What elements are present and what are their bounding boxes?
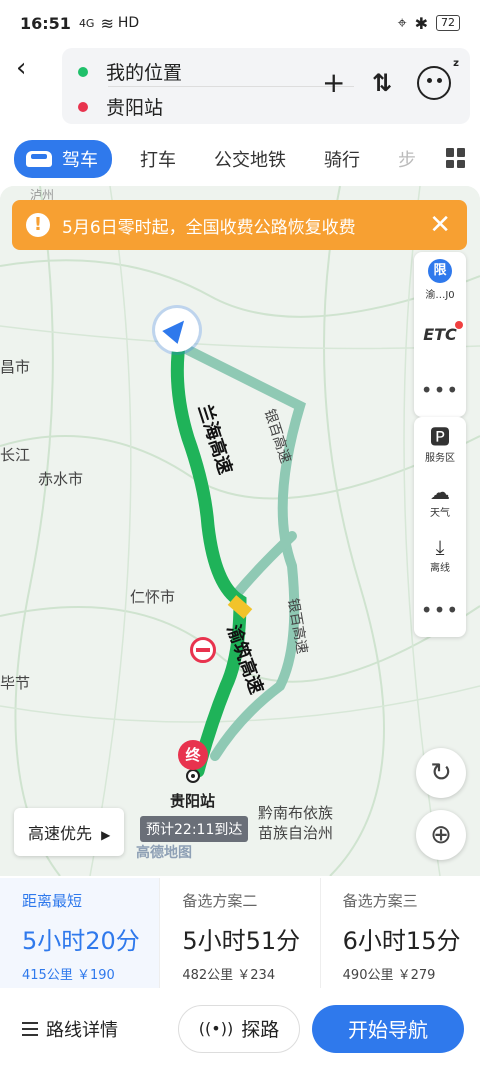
crosshair-icon: ⊕ [430, 820, 452, 850]
place-qiannan-line2: 苗族自治州 [258, 824, 334, 842]
close-icon[interactable]: ✕ [429, 210, 451, 240]
plan-name: 备选方案二 [182, 892, 258, 910]
route-details-label: 路线详情 [46, 1019, 118, 1041]
plan-meta: 482公里 ￥234 [182, 968, 276, 983]
start-navigation-button[interactable]: 开始导航 [312, 1004, 464, 1053]
highway-preference-button[interactable]: 高速优先 ▶ [14, 808, 125, 856]
service-area-label: 服务区 [425, 453, 455, 464]
signal-indicator: 4G [78, 16, 95, 30]
place-qiannan-line1: 黔南布依族 [258, 804, 334, 822]
weather-label: 天气 [430, 508, 450, 519]
side-panel-traffic: 限 渝…J0 ETC ••• [414, 252, 466, 417]
voice-assistant-icon[interactable]: z [417, 58, 459, 100]
place-changjiang: 长江 [0, 446, 31, 464]
end-dot-icon [78, 101, 88, 112]
status-bar: 16:51 4G ≋ HD ⌖ ✱ 72 [0, 0, 480, 46]
etc-label: ETC [423, 321, 463, 344]
place-xishui: 赤水市 [38, 470, 84, 488]
place-renhuai: 仁怀市 [130, 588, 176, 606]
current-location-icon [155, 308, 199, 352]
battery-indicator: 72 [436, 15, 460, 31]
plan-alternative-2[interactable]: 备选方案二 5小时51分 482公里 ￥234 [160, 878, 321, 988]
location-icon: ⌖ [397, 13, 407, 32]
end-point-label: 贵阳站 [106, 97, 164, 119]
list-icon [22, 1021, 38, 1036]
refresh-icon: ↻ [430, 758, 452, 788]
route-details-button[interactable]: 路线详情 [22, 1016, 118, 1042]
add-waypoint-button[interactable]: + [322, 68, 345, 98]
route-input-box: 我的位置 贵阳站 + ⇅ z [62, 48, 470, 124]
plan-name: 备选方案三 [342, 892, 418, 910]
plan-duration: 6小时15分 [342, 927, 461, 955]
more-modes-grid-icon[interactable] [446, 148, 466, 168]
place-guiyang-station: 贵阳站 [170, 792, 216, 810]
offline-label: 离线 [430, 563, 450, 574]
plan-alternative-3[interactable]: 备选方案三 6小时15分 490公里 ￥279 [321, 878, 480, 988]
swap-route-button[interactable]: ⇅ [372, 68, 392, 98]
plan-duration: 5小时51分 [182, 927, 301, 955]
start-dot-icon [78, 66, 88, 77]
route-plans: 距离最短 5小时20分 415公里 ￥190 备选方案二 5小时51分 482公… [0, 878, 480, 988]
chevron-right-icon: ▶ [101, 828, 111, 842]
route-map[interactable]: 兰海高速 渝筑高速 银百高速 银百高速 赤水市 仁怀市 贵阳站 黔南布依族 苗族… [0, 186, 480, 876]
weather-button[interactable]: ☁ 天气 [414, 472, 466, 527]
explore-button[interactable]: ((•)) 探路 [178, 1004, 300, 1053]
cloud-icon: ☁ [430, 480, 450, 504]
no-entry-icon[interactable] [190, 637, 216, 663]
back-button[interactable]: ‹ [16, 54, 44, 82]
bottom-action-bar: 路线详情 ((•)) 探路 开始导航 [0, 990, 480, 1067]
start-point-field[interactable]: 我的位置 [78, 58, 182, 85]
status-time: 16:51 [20, 13, 71, 33]
plan-meta: 415公里 ￥190 [22, 968, 115, 983]
tab-transit[interactable]: 公交地铁 [214, 146, 286, 172]
etc-button[interactable]: ETC [414, 307, 466, 362]
refresh-route-button[interactable]: ↻ [416, 748, 466, 798]
network-type: HD [117, 15, 140, 31]
route-header: ‹ 我的位置 贵阳站 + ⇅ z [0, 46, 480, 130]
place-changshi: 昌市 [0, 358, 31, 376]
restriction-icon: 限 [428, 258, 452, 283]
toll-notice-banner[interactable]: ! 5月6日零时起，全国收费公路恢复收费 ✕ [12, 200, 467, 250]
side-panel-tools: 🅿 服务区 ☁ 天气 ⤓ 离线 ••• [414, 417, 466, 637]
explore-label: 探路 [241, 1019, 280, 1041]
pref-label: 高速优先 [28, 824, 93, 843]
tab-walk[interactable]: 步 [398, 146, 416, 172]
transport-tabs: 驾车 打车 公交地铁 骑行 步 [0, 134, 480, 184]
more-dots-icon: ••• [420, 377, 460, 402]
notice-text: 5月6日零时起，全国收费公路恢复收费 [62, 217, 356, 238]
plan-shortest[interactable]: 距离最短 5小时20分 415公里 ￥190 [0, 878, 161, 988]
eta-label: 预计22:11到达 [140, 816, 249, 842]
end-point-field[interactable]: 贵阳站 [78, 93, 163, 120]
map-canvas [0, 186, 480, 876]
more-options-button-2[interactable]: ••• [414, 582, 466, 637]
wifi-icon: ≋ [100, 13, 114, 33]
radar-icon: ((•)) [198, 1019, 234, 1038]
service-area-button[interactable]: 🅿 服务区 [414, 417, 466, 472]
tab-drive[interactable]: 驾车 [14, 140, 112, 178]
download-icon: ⤓ [435, 535, 445, 559]
tab-bike[interactable]: 骑行 [324, 146, 360, 172]
plan-meta: 490公里 ￥279 [342, 968, 436, 983]
restriction-button[interactable]: 限 渝…J0 [414, 252, 466, 307]
start-navigation-label: 开始导航 [348, 1018, 428, 1042]
start-point-label: 我的位置 [106, 62, 183, 84]
destination-marker[interactable]: 终 [178, 740, 208, 770]
bluetooth-icon: ✱ [414, 13, 428, 33]
tab-drive-label: 驾车 [62, 150, 98, 171]
more-dots-icon: ••• [420, 597, 460, 622]
parking-icon: 🅿 [430, 425, 450, 449]
tab-taxi[interactable]: 打车 [140, 146, 176, 172]
locate-button[interactable]: ⊕ [416, 810, 466, 860]
more-options-button-1[interactable]: ••• [414, 362, 466, 417]
car-icon [26, 151, 52, 167]
status-right: ⌖ ✱ 72 [398, 13, 460, 33]
restriction-label: 渝…J0 [425, 289, 455, 301]
offline-button[interactable]: ⤓ 离线 [414, 527, 466, 582]
plan-name: 距离最短 [22, 892, 83, 910]
plan-duration: 5小时20分 [22, 927, 140, 955]
route-divider [108, 86, 354, 87]
place-bijie: 毕节 [0, 674, 31, 692]
warning-icon: ! [26, 213, 50, 237]
map-brand-logo: 高德地图 [136, 845, 192, 861]
